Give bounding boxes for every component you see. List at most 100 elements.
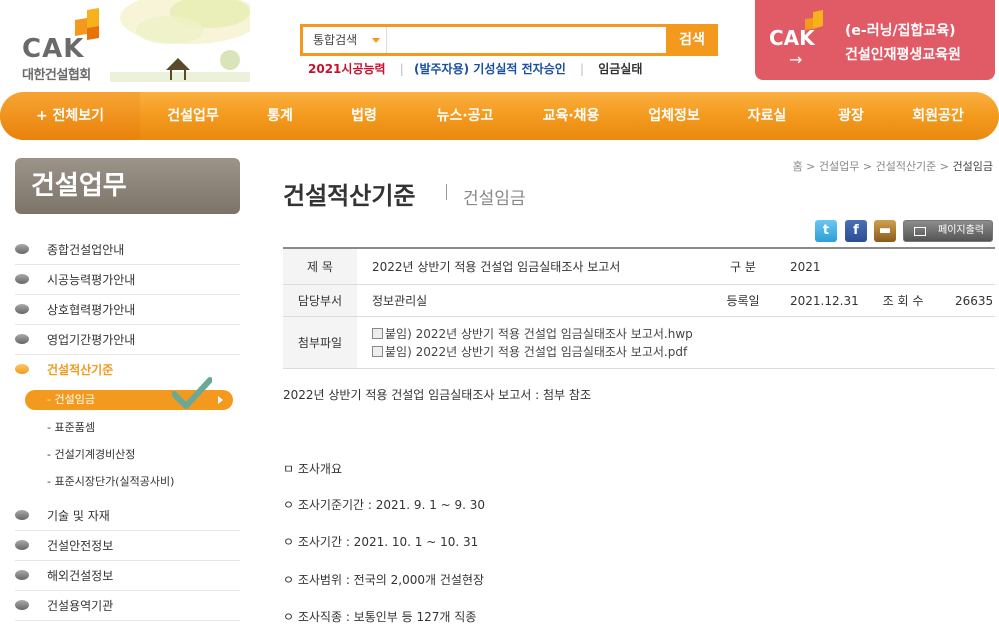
nav-item-education[interactable]: 교육·채용 <box>526 92 616 140</box>
content-intro: 2022년 상반기 적용 건설업 임금실태조사 보고서 : 첨부 참조 <box>283 388 591 402</box>
print-label: 페이지출력 <box>938 225 984 236</box>
page-title: 건설적산기준 <box>283 182 416 210</box>
sidebar-item-label: 시공능력평가안내 <box>47 273 136 287</box>
arrow-right-icon: → <box>789 50 803 69</box>
content-line: ㅇ 조사직종 : 보통인부 등 127개 직종 <box>283 610 477 624</box>
bullet-icon <box>15 364 29 374</box>
logo-subtitle: 대한건설협회 <box>22 68 91 83</box>
bullet-icon <box>15 244 29 254</box>
bullet-icon <box>15 540 29 550</box>
bullet-icon <box>15 274 29 284</box>
quick-link-capacity[interactable]: 2021시공능력 <box>308 60 386 77</box>
nav-item-law[interactable]: 법령 <box>324 92 404 140</box>
table-row: 첨부파일 붙임) 2022년 상반기 적용 건설업 임금실태조사 보고서.hwp… <box>283 317 995 369</box>
regdate-label: 등록일 <box>726 294 760 308</box>
promo-line-2: 건설인재평생교육원 <box>845 47 961 63</box>
checkmark-icon <box>172 377 212 409</box>
dept-value: 정보관리실 <box>372 294 428 308</box>
quick-links: 2021시공능력 | (발주자용) 기성실적 전자승인 | 임금실태 <box>308 60 642 77</box>
sidebar-item-label: 종합건설업안내 <box>47 243 125 257</box>
sidebar-item-safety[interactable]: 건설안전정보 <box>15 531 240 561</box>
post-info-table: 제 목 2022년 상반기 적용 건설업 임금실태조사 보고서 구 분 2021… <box>283 247 995 369</box>
quick-link-approval[interactable]: (발주자용) 기성실적 전자승인 <box>414 60 566 77</box>
nav-item-archive[interactable]: 자료실 <box>728 92 806 140</box>
sidebar-item-label: 기술 및 자재 <box>47 509 110 523</box>
sidebar-item-label: 상호협력평가안내 <box>47 303 136 317</box>
search-button[interactable]: 검색 <box>666 24 718 56</box>
bullet-icon <box>15 570 29 580</box>
category-label: 구 분 <box>730 260 756 274</box>
file-icon <box>372 346 383 357</box>
sidebar-subitem-standard-estimate[interactable]: - 표준품셈 <box>15 414 240 441</box>
nav-item-news[interactable]: 뉴스·공고 <box>420 92 510 140</box>
attachment-name: 붙임) 2022년 상반기 적용 건설업 임금실태조사 보고서.hwp <box>385 326 693 341</box>
sidebar-item-tech-material[interactable]: 기술 및 자재 <box>15 501 240 531</box>
nav-all-menu[interactable]: + 전체보기 <box>0 92 140 140</box>
sidebar-item-label: 해외건설정보 <box>47 569 114 583</box>
bullet-icon <box>15 304 29 314</box>
title-divider <box>446 184 447 200</box>
content-line: ㅇ 조사기간 : 2021. 10. 1 ~ 10. 31 <box>283 535 479 549</box>
tree-illustration-icon <box>110 0 250 82</box>
attachment-hwp[interactable]: 붙임) 2022년 상반기 적용 건설업 임금실태조사 보고서.hwp <box>372 325 693 343</box>
content-line: ㅇ 조사기준기간 : 2021. 9. 1 ~ 9. 30 <box>283 498 486 512</box>
quick-link-wage[interactable]: 임금실태 <box>598 60 642 77</box>
search-category-select[interactable]: 통합검색 <box>303 27 387 53</box>
sidebar-subitem-market-price[interactable]: - 표준시장단가(실적공사비) <box>15 468 240 495</box>
sidebar-item-label: 건설적산기준 <box>47 363 114 377</box>
bullet-icon <box>15 510 29 520</box>
folder-icon[interactable]: ▬ <box>874 220 896 242</box>
attachment-name: 붙임) 2022년 상반기 적용 건설업 임금실태조사 보고서.pdf <box>385 344 688 359</box>
printer-icon <box>914 227 926 236</box>
bullet-icon <box>15 334 29 344</box>
education-promo-banner[interactable]: CAK → (e-러닝/집합교육) 건설인재평생교육원 <box>755 0 995 80</box>
attach-label: 첨부파일 <box>283 317 357 368</box>
sidebar-subitem-equipment-cost[interactable]: - 건설기계경비산정 <box>15 441 240 468</box>
sidebar-item-service[interactable]: 건설용역기관 <box>15 591 240 621</box>
nav-item-member[interactable]: 회원공간 <box>896 92 980 140</box>
sidebar-item-general[interactable]: 종합건설업안내 <box>15 235 240 265</box>
sidebar-item-overseas[interactable]: 해외건설정보 <box>15 561 240 591</box>
content-section-heading: ㅁ 조사개요 <box>283 462 343 476</box>
sidebar-item-business-period[interactable]: 영업기간평가안내 <box>15 325 240 355</box>
page-root: CAK 대한건설협회 통합검색 검색 2021시공능력 | (발주자용) 기성실… <box>0 0 999 637</box>
sidebar-menu: 종합건설업안내 시공능력평가안내 상호협력평가안내 영업기간평가안내 건설적산기… <box>15 235 240 621</box>
main-nav: + 전체보기 건설업무 통계 법령 뉴스·공고 교육·채용 업체정보 자료실 광… <box>0 92 999 140</box>
nav-item-plaza[interactable]: 광장 <box>816 92 886 140</box>
dept-label: 담당부서 <box>283 285 357 316</box>
promo-logo-mark-icon <box>805 10 823 30</box>
nav-item-company[interactable]: 업체정보 <box>630 92 718 140</box>
sidebar-item-label: 건설안전정보 <box>47 539 114 553</box>
logo-text: CAK <box>22 34 85 64</box>
breadcrumb-path[interactable]: 홈 > 건설업무 > 건설적산기준 > <box>793 160 949 173</box>
content-line: ㅇ 조사범위 : 전국의 2,000개 건설현장 <box>283 573 484 587</box>
table-row: 제 목 2022년 상반기 적용 건설업 임금실태조사 보고서 구 분 2021 <box>283 249 995 285</box>
search-box: 통합검색 검색 <box>300 24 718 56</box>
nav-item-construction[interactable]: 건설업무 <box>150 92 236 140</box>
triangle-right-icon <box>218 396 223 404</box>
bullet-icon <box>15 600 29 610</box>
attachment-pdf[interactable]: 붙임) 2022년 상반기 적용 건설업 임금실태조사 보고서.pdf <box>372 343 687 361</box>
views-label: 조 회 수 <box>882 294 924 308</box>
caret-down-icon <box>372 38 380 43</box>
sidebar-item-label: 건설용역기관 <box>47 599 114 613</box>
sidebar-item-label: 영업기간평가안내 <box>47 333 136 347</box>
cak-logo[interactable]: CAK 대한건설협회 <box>20 8 110 84</box>
page-subtitle: 건설임금 <box>463 189 526 209</box>
regdate-value: 2021.12.31 <box>790 293 859 308</box>
sidebar-item-capacity[interactable]: 시공능력평가안내 <box>15 265 240 295</box>
table-row: 담당부서 정보관리실 등록일 2021.12.31 조 회 수 26635 <box>283 285 995 317</box>
search-input[interactable] <box>389 29 665 51</box>
twitter-icon[interactable]: t <box>815 220 837 242</box>
nav-item-statistics[interactable]: 통계 <box>240 92 320 140</box>
views-value: 26635 <box>955 293 994 308</box>
sidebar-item-cooperation[interactable]: 상호협력평가안내 <box>15 295 240 325</box>
facebook-icon[interactable]: f <box>845 220 867 242</box>
promo-line-1: (e-러닝/집합교육) <box>845 23 956 39</box>
breadcrumb: 홈 > 건설업무 > 건설적산기준 > 건설임금 <box>793 158 993 174</box>
title-label: 제 목 <box>283 249 357 284</box>
category-value: 2021 <box>790 259 821 274</box>
quick-link-separator: | <box>579 62 585 76</box>
attachment-list: 붙임) 2022년 상반기 적용 건설업 임금실태조사 보고서.hwp 붙임) … <box>372 317 972 368</box>
print-page-button[interactable]: 페이지출력 <box>903 220 993 242</box>
